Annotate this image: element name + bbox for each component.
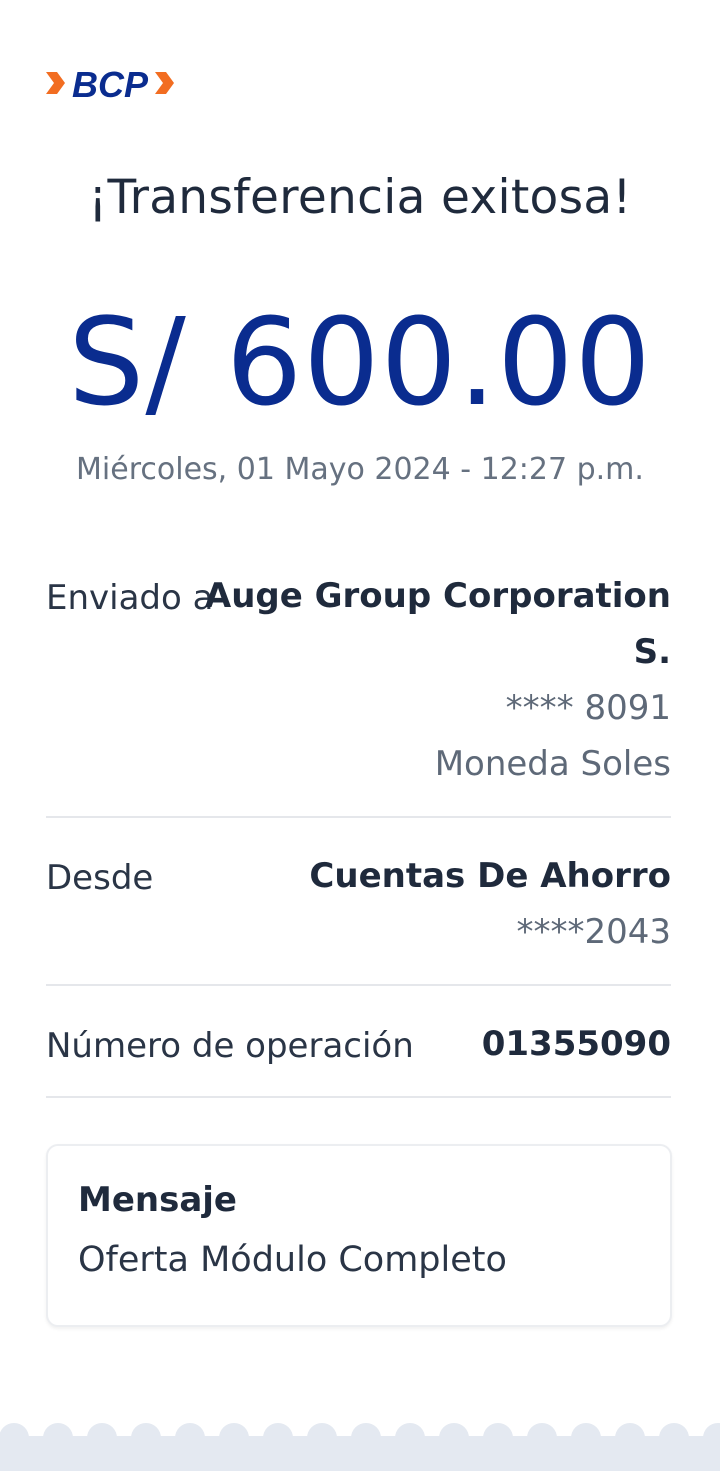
recipient-currency: Moneda Soles bbox=[434, 744, 671, 784]
transfer-datetime: Miércoles, 01 Mayo 2024 - 12:27 p.m. bbox=[76, 452, 644, 487]
recipient-label: Enviado a bbox=[46, 578, 214, 618]
recipient-row: Enviado a Auge Group Corporation S. ****… bbox=[46, 568, 671, 793]
recipient-details: Auge Group Corporation S. **** 8091 Mone… bbox=[205, 568, 671, 792]
source-details: Cuentas De Ahorro ****2043 bbox=[309, 848, 671, 960]
message-card: Mensaje Oferta Módulo Completo bbox=[46, 1144, 672, 1327]
message-body: Oferta Módulo Completo bbox=[78, 1240, 507, 1280]
recipient-name-line2: S. bbox=[633, 632, 671, 672]
logo-text: BCP bbox=[72, 64, 149, 104]
source-account: ****2043 bbox=[516, 912, 671, 952]
operation-label: Número de operación bbox=[46, 1026, 414, 1066]
receipt-scalloped-edge bbox=[0, 1423, 720, 1471]
page-title: ¡Transferencia exitosa! bbox=[88, 170, 632, 225]
transfer-receipt: BCP ¡Transferencia exitosa! S/ 600.00 Mi… bbox=[0, 0, 720, 1471]
bcp-logo: BCP bbox=[46, 64, 174, 104]
divider bbox=[46, 816, 671, 818]
divider bbox=[46, 984, 671, 986]
operation-row: Número de operación 01355090 bbox=[46, 1016, 671, 1076]
source-label: Desde bbox=[46, 858, 154, 898]
source-row: Desde Cuentas De Ahorro ****2043 bbox=[46, 848, 671, 963]
divider bbox=[46, 1096, 671, 1098]
transfer-amount: S/ 600.00 bbox=[68, 294, 652, 433]
message-title: Mensaje bbox=[78, 1180, 237, 1220]
recipient-name-line1: Auge Group Corporation bbox=[204, 576, 671, 616]
source-account-type: Cuentas De Ahorro bbox=[309, 856, 671, 896]
operation-number: 01355090 bbox=[481, 1024, 671, 1064]
recipient-account: **** 8091 bbox=[505, 688, 671, 728]
